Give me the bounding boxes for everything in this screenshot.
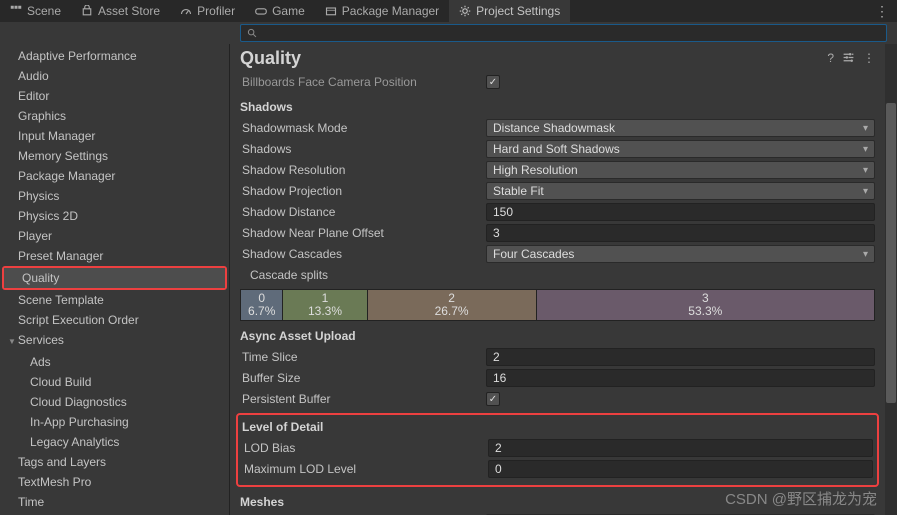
sidebar-item-cloud-build[interactable]: Cloud Build	[0, 372, 229, 392]
shadow-cascades-dropdown[interactable]: Four Cascades	[486, 245, 875, 263]
cascade-splits-label: Cascade splits	[240, 268, 486, 282]
sidebar-item-memory-settings[interactable]: Memory Settings	[0, 146, 229, 166]
shadow-resolution-dropdown[interactable]: High Resolution	[486, 161, 875, 179]
sidebar-item-script-execution-order[interactable]: Script Execution Order	[0, 310, 229, 330]
persistent-buffer-label: Persistent Buffer	[240, 392, 486, 406]
sidebar-item-physics[interactable]: Physics	[0, 186, 229, 206]
sidebar-item-scene-template[interactable]: Scene Template	[0, 290, 229, 310]
settings-icon[interactable]	[842, 51, 855, 67]
sidebar-item-textmesh-pro[interactable]: TextMesh Pro	[0, 472, 229, 492]
search-icon	[247, 28, 258, 39]
scene-icon	[10, 5, 22, 17]
gear-icon	[459, 5, 471, 17]
async-section-title: Async Asset Upload	[240, 329, 875, 343]
shadow-near-plane-field[interactable]: 3	[486, 224, 875, 242]
sidebar-item-cloud-diagnostics[interactable]: Cloud Diagnostics	[0, 392, 229, 412]
shadow-projection-label: Shadow Projection	[240, 184, 486, 198]
tab-profiler[interactable]: Profiler	[170, 0, 245, 22]
sidebar: Adaptive Performance Audio Editor Graphi…	[0, 44, 230, 515]
search-row	[0, 22, 897, 44]
sidebar-item-player[interactable]: Player	[0, 226, 229, 246]
sidebar-item-legacy-analytics[interactable]: Legacy Analytics	[0, 432, 229, 452]
shadow-projection-dropdown[interactable]: Stable Fit	[486, 182, 875, 200]
sidebar-item-preset-manager[interactable]: Preset Manager	[0, 246, 229, 266]
shadowmask-mode-dropdown[interactable]: Distance Shadowmask	[486, 119, 875, 137]
tab-scene[interactable]: Scene	[0, 0, 71, 22]
page-title: Quality	[240, 48, 301, 69]
highlight-quality: Quality	[2, 266, 227, 290]
tab-label: Asset Store	[98, 4, 160, 18]
lod-section-title: Level of Detail	[242, 420, 873, 434]
shadows-dropdown[interactable]: Hard and Soft Shadows	[486, 140, 875, 158]
menu-dots-icon[interactable]: ⋮	[863, 51, 875, 67]
sidebar-item-graphics[interactable]: Graphics	[0, 106, 229, 126]
content-panel: Quality ? ⋮ Billboards Face Camera Posit…	[230, 44, 897, 515]
sidebar-item-quality[interactable]: Quality	[4, 268, 225, 288]
shadows-section-title: Shadows	[240, 100, 875, 114]
meshes-section-title: Meshes	[240, 495, 875, 509]
tab-package-manager[interactable]: Package Manager	[315, 0, 449, 22]
bag-icon	[81, 5, 93, 17]
shadow-distance-label: Shadow Distance	[240, 205, 486, 219]
tab-label: Profiler	[197, 4, 235, 18]
tab-bar: Scene Asset Store Profiler Game Package …	[0, 0, 897, 22]
time-slice-field[interactable]: 2	[486, 348, 875, 366]
sidebar-item-package-manager[interactable]: Package Manager	[0, 166, 229, 186]
shadowmask-mode-label: Shadowmask Mode	[240, 121, 486, 135]
help-icon[interactable]: ?	[827, 51, 834, 67]
sidebar-item-in-app-purchasing[interactable]: In-App Purchasing	[0, 412, 229, 432]
billboards-checkbox[interactable]: ✓	[486, 75, 500, 89]
shadow-cascades-label: Shadow Cascades	[240, 247, 486, 261]
shadow-resolution-label: Shadow Resolution	[240, 163, 486, 177]
tab-label: Project Settings	[476, 4, 560, 18]
shadow-distance-field[interactable]: 150	[486, 203, 875, 221]
sidebar-item-input-manager[interactable]: Input Manager	[0, 126, 229, 146]
buffer-size-label: Buffer Size	[240, 371, 486, 385]
sidebar-item-tags-and-layers[interactable]: Tags and Layers	[0, 452, 229, 472]
tab-label: Package Manager	[342, 4, 439, 18]
highlight-lod: Level of Detail LOD Bias2 Maximum LOD Le…	[236, 413, 879, 487]
tab-label: Scene	[27, 4, 61, 18]
search-input[interactable]	[240, 24, 887, 42]
lod-bias-field[interactable]: 2	[488, 439, 873, 457]
sidebar-item-editor[interactable]: Editor	[0, 86, 229, 106]
tab-game[interactable]: Game	[245, 0, 315, 22]
cascade-segment[interactable]: 06.7%	[241, 290, 283, 320]
tab-project-settings[interactable]: Project Settings	[449, 0, 570, 22]
time-slice-label: Time Slice	[240, 350, 486, 364]
sidebar-item-audio[interactable]: Audio	[0, 66, 229, 86]
persistent-buffer-checkbox[interactable]: ✓	[486, 392, 500, 406]
scrollbar[interactable]	[885, 44, 897, 515]
shadow-near-plane-label: Shadow Near Plane Offset	[240, 226, 486, 240]
max-lod-level-label: Maximum LOD Level	[242, 462, 488, 476]
gauge-icon	[180, 5, 192, 17]
sidebar-item-adaptive-performance[interactable]: Adaptive Performance	[0, 46, 229, 66]
tab-label: Game	[272, 4, 305, 18]
shadows-label: Shadows	[240, 142, 486, 156]
sidebar-item-physics-2d[interactable]: Physics 2D	[0, 206, 229, 226]
tab-asset-store[interactable]: Asset Store	[71, 0, 170, 22]
buffer-size-field[interactable]: 16	[486, 369, 875, 387]
sidebar-item-services[interactable]: Services	[0, 330, 229, 352]
package-icon	[325, 5, 337, 17]
sidebar-item-ads[interactable]: Ads	[0, 352, 229, 372]
cascade-segment[interactable]: 113.3%	[283, 290, 367, 320]
cascade-splits-bar[interactable]: 06.7%113.3%226.7%353.3%	[240, 289, 875, 321]
lod-bias-label: LOD Bias	[242, 441, 488, 455]
billboards-label: Billboards Face Camera Position	[240, 75, 486, 89]
gamepad-icon	[255, 5, 267, 17]
cascade-segment[interactable]: 226.7%	[368, 290, 537, 320]
sidebar-item-time[interactable]: Time	[0, 492, 229, 512]
max-lod-level-field[interactable]: 0	[488, 460, 873, 478]
cascade-segment[interactable]: 353.3%	[537, 290, 874, 320]
scrollbar-thumb[interactable]	[886, 103, 896, 403]
menu-dots-icon[interactable]: ⋮	[875, 3, 889, 20]
